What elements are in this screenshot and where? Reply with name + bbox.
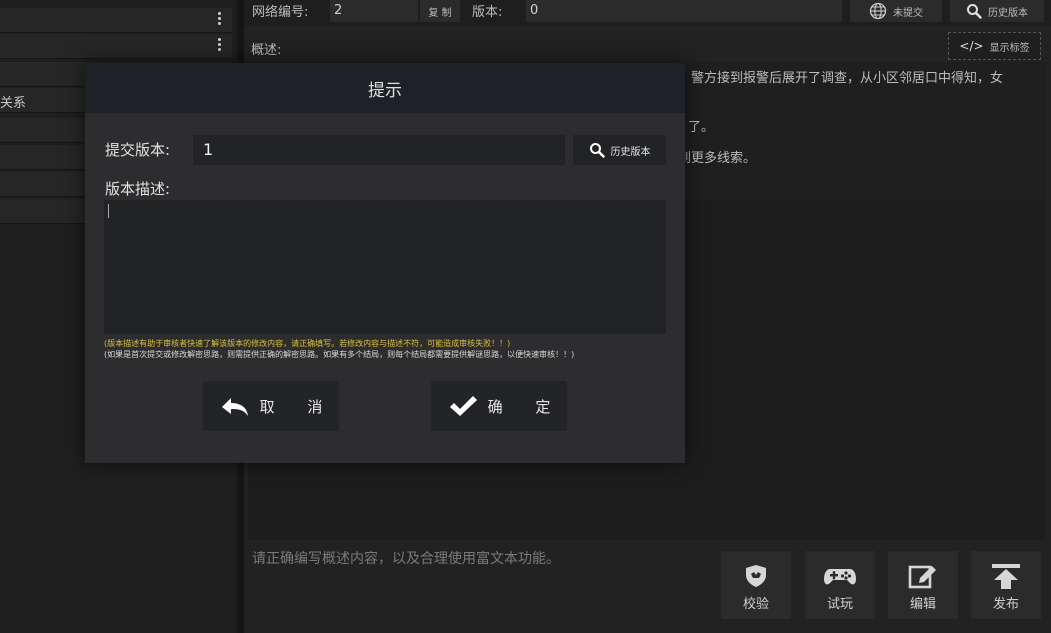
dialog-header: 提示 [85, 63, 685, 113]
submit-dialog: 提示 提交版本: 1 历史版本 版本描述: (版本描述有助于审核者快速了解该版本… [85, 63, 685, 463]
edit-icon [908, 565, 936, 589]
status-label: 未提交 [893, 7, 923, 19]
network-id-label: 网络编号: [252, 5, 309, 20]
validate-label: 校验 [742, 597, 769, 612]
warning-yellow: (版本描述有助于审核者快速了解该版本的修改内容，请正确填写。若修改内容与描述不符… [104, 339, 511, 348]
code-icon: </> [959, 39, 984, 53]
summary-line: 了。 [688, 120, 715, 135]
globe-icon [869, 2, 887, 20]
show-tags-button[interactable]: </> 显示标签 [948, 32, 1041, 60]
copy-button-label: 复 制 [428, 7, 452, 19]
list-item-label: 关系 [0, 96, 27, 111]
more-vertical-icon[interactable] [218, 38, 222, 53]
publish-icon [992, 564, 1020, 589]
search-icon [967, 4, 982, 19]
history-version-button[interactable]: 历史版本 [950, 0, 1044, 22]
cancel-label: 取 消 [259, 397, 337, 416]
list-item[interactable] [0, 8, 232, 33]
gamepad-icon [824, 569, 856, 585]
summary-line: 到更多线索。 [678, 151, 757, 166]
submit-version-label: 提交版本: [105, 141, 171, 159]
undo-icon [221, 398, 248, 416]
text-caret [108, 204, 109, 218]
edit-button[interactable]: 编辑 [888, 551, 958, 619]
search-icon [589, 143, 605, 158]
copy-button[interactable]: 复 制 [420, 0, 460, 22]
checkmark-icon [449, 396, 477, 416]
confirm-label: 确 定 [487, 397, 565, 416]
list-item[interactable] [0, 34, 232, 59]
validate-button[interactable]: 校验 [721, 551, 791, 619]
publish-button[interactable]: 发布 [971, 551, 1041, 619]
show-tags-label: 显示标签 [989, 42, 1030, 54]
dialog-history-version-button[interactable]: 历史版本 [573, 135, 666, 165]
publish-label: 发布 [992, 597, 1019, 612]
status-button[interactable]: 未提交 [850, 0, 942, 22]
cancel-button[interactable]: 取 消 [203, 381, 339, 431]
dialog-history-version-label: 历史版本 [610, 146, 651, 158]
trial-play-button[interactable]: 试玩 [805, 551, 875, 619]
more-vertical-icon[interactable] [218, 12, 222, 27]
history-version-label: 历史版本 [988, 7, 1028, 19]
summary-hint: 请正确编写概述内容，以及合理使用富文本功能。 [252, 551, 560, 567]
shield-icon [746, 565, 766, 587]
warning-white: (如果是首次提交或修改解密思路，则需提供正确的解密思路。如果有多个结局，则每个结… [104, 350, 575, 359]
summary-label: 概述: [251, 43, 282, 58]
description-textarea[interactable] [104, 200, 666, 334]
trial-play-label: 试玩 [826, 597, 853, 612]
submit-version-input[interactable]: 1 [193, 135, 565, 165]
network-id-field[interactable]: 2 [330, 0, 418, 22]
description-label: 版本描述: [105, 180, 171, 198]
confirm-button[interactable]: 确 定 [431, 381, 567, 431]
version-field[interactable]: 0 [526, 0, 842, 22]
version-label: 版本: [472, 5, 503, 20]
dialog-title: 提示 [368, 80, 402, 101]
summary-line: 。警方接到报警后展开了调查，从小区邻居口中得知，女 [678, 71, 1004, 86]
edit-label: 编辑 [909, 597, 936, 612]
